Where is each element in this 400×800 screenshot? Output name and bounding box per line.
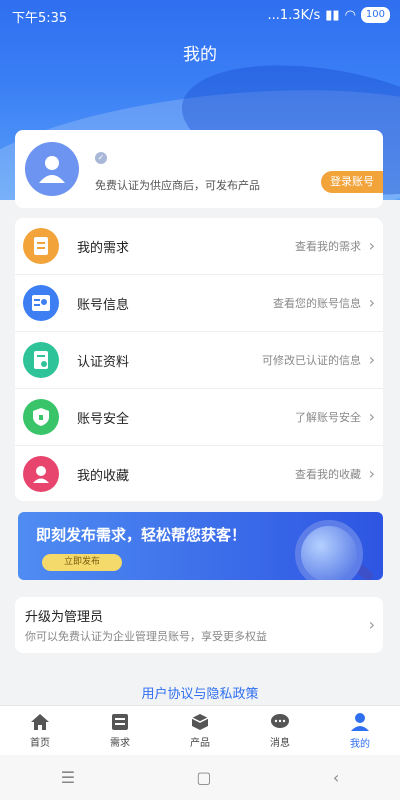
menu-item-label: 账号安全 — [77, 412, 130, 427]
profile-card: ✓ 免费认证为供应商后，可发布产品 登录账号 — [15, 130, 383, 208]
status-time: 下午5:35 — [12, 11, 68, 26]
chevron-right-icon: › — [368, 464, 375, 483]
status-bar: 下午5:35 ...1.3K/s ▮▮ ◠ 100 — [0, 0, 400, 30]
menu-item-account-info[interactable]: 账号信息 查看您的账号信息 › — [15, 275, 383, 332]
tab-label: 我的 — [350, 739, 370, 750]
home-button-icon[interactable]: ▢ — [196, 768, 211, 787]
menu-item-my-demands[interactable]: 我的需求 查看我的需求 › — [15, 218, 383, 275]
menu-item-favorites[interactable]: 我的收藏 查看我的收藏 › — [15, 446, 383, 502]
tab-messages[interactable]: 消息 — [240, 706, 320, 756]
banner-title: 即刻发布需求，轻松帮您获客！ — [36, 526, 247, 544]
signal-icon: ▮▮ — [325, 7, 340, 23]
document-icon — [23, 228, 59, 264]
battery-icon: 100 — [360, 7, 390, 23]
verify-badge: ✓ — [95, 152, 107, 164]
profile-subtitle: 免费认证为供应商后，可发布产品 — [95, 179, 260, 192]
tab-home[interactable]: 首页 — [0, 706, 80, 756]
admin-title: 升级为管理员 — [25, 610, 104, 625]
tab-bar: 首页 需求 产品 消息 我的 — [0, 705, 400, 756]
chevron-right-icon: › — [368, 350, 375, 369]
home-icon — [31, 714, 49, 730]
tab-label: 首页 — [30, 738, 50, 749]
tab-products[interactable]: 产品 — [160, 706, 240, 756]
user-star-icon — [23, 456, 59, 492]
menu-item-hint: 查看我的收藏 — [295, 468, 361, 481]
menu-icon[interactable]: ☰ — [61, 768, 75, 787]
tab-demands[interactable]: 需求 — [80, 706, 160, 756]
menu-item-label: 认证资料 — [77, 355, 130, 370]
shield-icon — [23, 399, 59, 435]
person-icon — [39, 156, 65, 183]
magnifier-icon — [295, 520, 363, 580]
tab-label: 需求 — [110, 738, 130, 749]
wifi-icon: ◠ — [344, 7, 356, 23]
menu-item-certification[interactable]: 认证资料 可修改已认证的信息 › — [15, 332, 383, 389]
login-button[interactable]: 登录账号 — [321, 171, 383, 193]
chevron-right-icon: › — [368, 236, 375, 255]
menu-item-hint: 查看我的需求 — [295, 240, 361, 253]
publish-banner[interactable]: 即刻发布需求，轻松帮您获客！ 立即发布 — [18, 512, 383, 580]
chevron-right-icon: › — [368, 293, 375, 312]
admin-subtitle: 你可以免费认证为企业管理员账号，享受更多权益 — [25, 630, 267, 643]
person-icon — [351, 713, 369, 731]
menu-item-hint: 可修改已认证的信息 — [262, 354, 361, 367]
tab-mine[interactable]: 我的 — [320, 706, 400, 756]
chevron-right-icon: › — [368, 407, 375, 426]
avatar[interactable] — [25, 142, 79, 196]
menu-item-account-security[interactable]: 账号安全 了解账号安全 › — [15, 389, 383, 446]
id-card-icon — [23, 285, 59, 321]
publish-now-button[interactable]: 立即发布 — [42, 554, 122, 571]
back-icon[interactable]: ‹ — [333, 768, 339, 787]
chat-icon — [271, 714, 289, 728]
certificate-icon — [23, 342, 59, 378]
list-icon — [112, 714, 128, 730]
tab-label: 产品 — [190, 738, 210, 749]
network-speed: ...1.3K/s — [267, 7, 321, 23]
page-title: 我的 — [183, 45, 217, 65]
menu-item-label: 我的收藏 — [77, 469, 130, 484]
menu-item-label: 账号信息 — [77, 298, 130, 313]
menu-item-hint: 查看您的账号信息 — [273, 297, 361, 310]
box-icon — [191, 714, 209, 730]
tab-label: 消息 — [270, 738, 290, 749]
menu-list: 我的需求 查看我的需求 › 账号信息 查看您的账号信息 › 认证资料 可修改已认… — [15, 218, 383, 501]
system-nav-bar: ☰ ▢ ‹ — [0, 755, 400, 800]
chevron-right-icon: › — [368, 615, 375, 634]
policy-link[interactable]: 用户协议与隐私政策 — [0, 683, 400, 702]
upgrade-admin-item[interactable]: 升级为管理员 你可以免费认证为企业管理员账号，享受更多权益 › — [15, 597, 383, 653]
menu-item-label: 我的需求 — [77, 241, 130, 256]
menu-item-hint: 了解账号安全 — [295, 411, 361, 424]
